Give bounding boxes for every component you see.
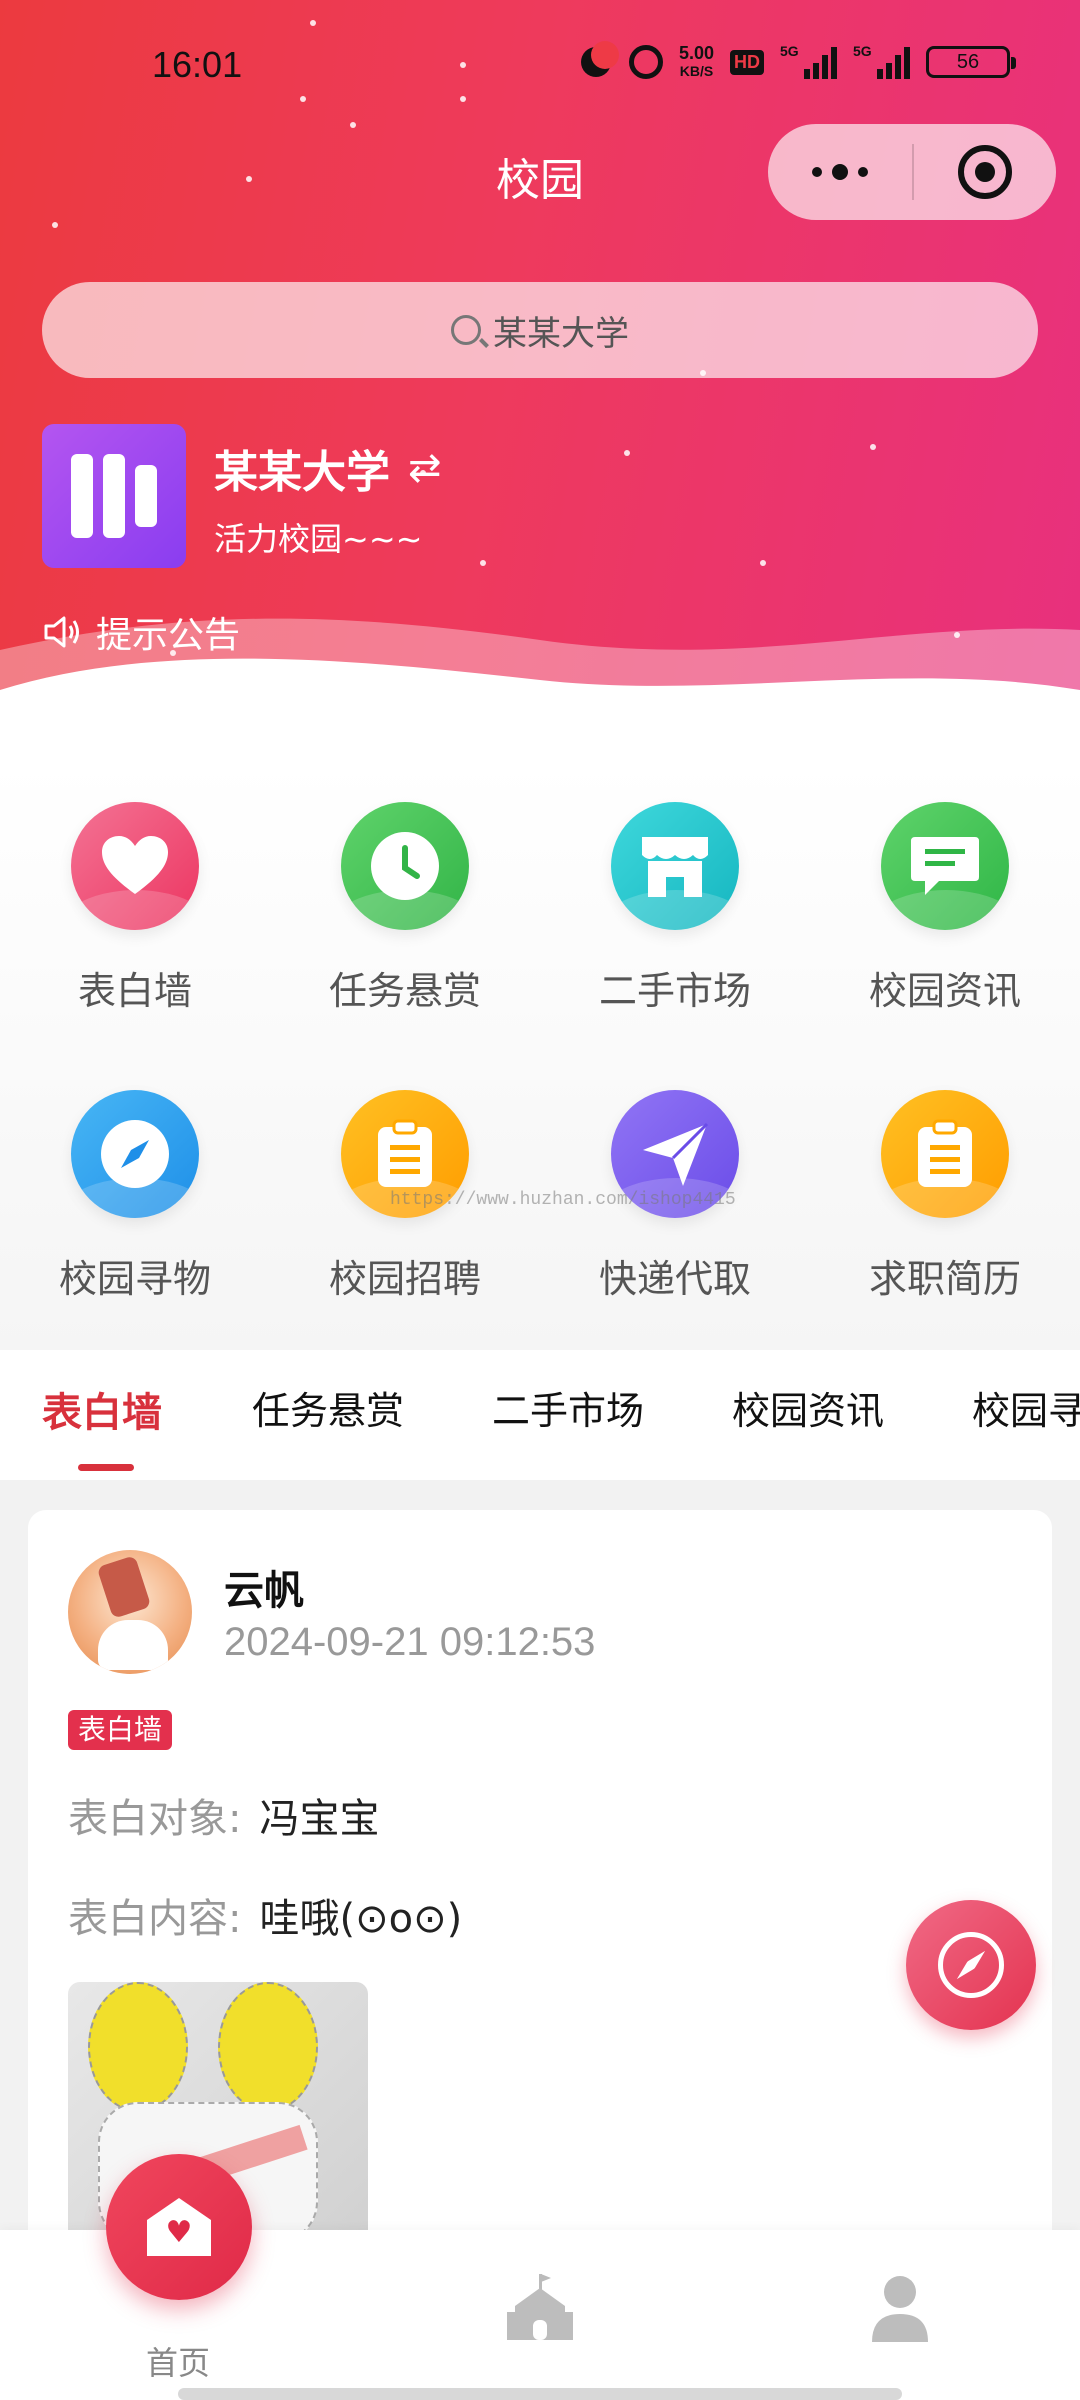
tab-second-hand[interactable]: 二手市场 [492,1380,644,1435]
alarm-icon [628,45,663,79]
net-speed-unit: KB/S [679,63,714,79]
compass-icon [71,1090,199,1218]
nav-home-label[interactable]: 首页 [146,2338,210,2384]
grid-label: 二手市场 [598,969,751,1013]
mini-program-capsule [768,124,1056,220]
watermark: https://www.huzhan.com/ishop4415 [390,1190,736,1210]
tab-task-bounty[interactable]: 任务悬赏 [252,1380,404,1435]
tab-underline [78,1464,134,1471]
home-icon: ♥ [147,2198,211,2256]
heart-icon [71,802,199,930]
confession-content: 表白内容: 哇哦(⊙o⊙) [68,1886,462,1944]
home-indicator [178,2388,902,2400]
school-building-icon[interactable] [505,2272,575,2342]
grid-item-lost-found[interactable]: 校园寻物 [0,1090,270,1340]
search-bar[interactable]: 某某大学 [42,282,1038,378]
avatar[interactable] [68,1550,192,1674]
post-time: 2024-09-21 09:12:53 [224,1620,596,1664]
signal-icon: 5G [780,43,837,79]
more-dots-icon[interactable] [768,124,912,220]
grid-item-confession-wall[interactable]: 表白墙 [0,802,270,1052]
grid-item-campus-recruit[interactable]: 校园招聘 [270,1090,540,1340]
net-speed-value: 5.00 [678,43,714,63]
speaker-icon [44,616,79,648]
grid-label: 求职简历 [868,1257,1021,1301]
grid-label: 表白墙 [77,969,192,1013]
floating-compass-button[interactable] [906,1900,1036,2030]
field-value: 哇哦(⊙o⊙) [259,1896,463,1942]
grid-label: 校园资讯 [868,969,1021,1013]
school-slogan: 活力校园~~~ [214,520,423,558]
tab-campus-news[interactable]: 校园资讯 [732,1380,884,1435]
grid-item-second-hand[interactable]: 二手市场 [540,802,810,1052]
grid-label: 校园招聘 [328,1257,481,1301]
moon-icon [579,41,619,79]
battery-icon: 56 [926,46,1016,78]
grid-item-task-bounty[interactable]: 任务悬赏 [270,802,540,1052]
hd-badge: HD [730,49,764,75]
grid-item-express-pickup[interactable]: 快递代取 [540,1090,810,1340]
school-switcher[interactable]: 某某大学 ⇄ [214,436,442,500]
grid-item-resume[interactable]: 求职简历 [810,1090,1080,1340]
search-icon [451,315,481,345]
tab-lost-found[interactable]: 校园寻 [972,1380,1080,1435]
grid-label: 任务悬赏 [328,969,481,1013]
chat-icon [881,802,1009,930]
net-speed: 5.00 KB/S [679,44,714,80]
shop-icon [611,802,739,930]
notice-bar[interactable]: 提示公告 [42,606,240,658]
school-logo [42,424,186,568]
feature-grid: 表白墙 任务悬赏 二手市场 校园资讯 校园寻物 校园招聘 快递代取 求职简历 [0,760,1080,1350]
clock-icon [341,802,469,930]
notice-text: 提示公告 [96,615,241,656]
status-time: 16:01 [152,44,243,85]
compass-icon [938,1932,1004,1998]
swap-icon: ⇄ [408,445,442,491]
search-placeholder: 某某大学 [493,313,629,354]
clipboard-icon [881,1090,1009,1218]
nav-home-button[interactable]: ♥ [106,2154,252,2300]
field-label: 表白对象: [68,1796,242,1842]
confession-target: 表白对象: 冯宝宝 [68,1786,379,1844]
user-icon[interactable] [870,2274,930,2344]
page: 16:01 5.00 KB/S HD 5G 5G 56 校园 某某大学 某某大学… [0,0,1080,2400]
post-author: 云帆 [224,1568,304,1614]
target-close-icon[interactable] [914,124,1056,220]
status-bar: 16:01 5.00 KB/S HD 5G 5G 56 [0,0,1080,130]
post-category-badge: 表白墙 [68,1710,173,1750]
signal-label: 5G [853,43,872,59]
status-icons: 5.00 KB/S HD 5G 5G 56 [579,41,1016,80]
grid-label: 校园寻物 [58,1257,211,1301]
field-label: 表白内容: [68,1896,242,1942]
grid-label: 快递代取 [598,1257,751,1301]
tab-confession-wall[interactable]: 表白墙 [42,1380,162,1438]
grid-item-campus-news[interactable]: 校园资讯 [810,802,1080,1052]
school-name: 某某大学 [214,447,390,498]
field-value: 冯宝宝 [259,1796,380,1842]
heart-icon: ♥ [165,2215,193,2250]
signal-icon: 5G [853,43,910,79]
category-tabs: 表白墙 任务悬赏 二手市场 校园资讯 校园寻 [0,1350,1080,1480]
signal-label: 5G [780,43,799,59]
